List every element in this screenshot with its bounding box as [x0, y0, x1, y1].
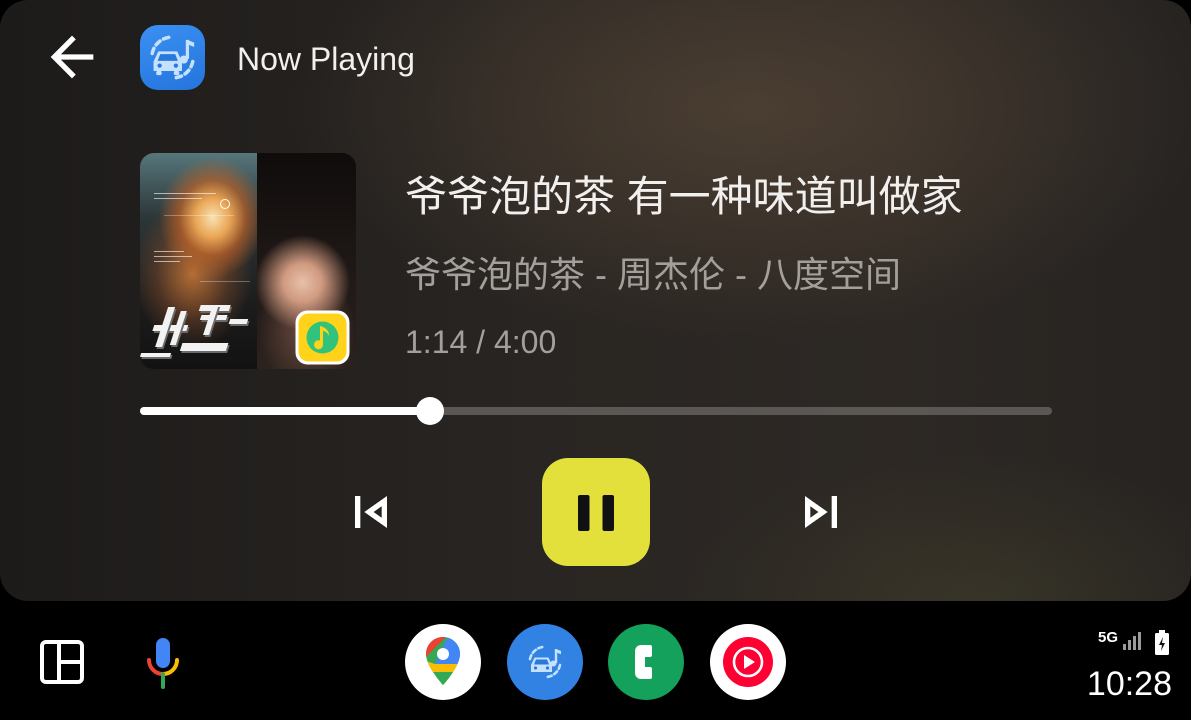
album-art-graphic [154, 198, 202, 199]
clock: 10:28 [1086, 665, 1172, 703]
dock-app-car-media[interactable] [507, 624, 583, 700]
play-pause-button[interactable] [542, 458, 650, 566]
skip-previous-icon [355, 496, 387, 528]
cell-signal-icon [1122, 632, 1142, 650]
assistant-mic-button[interactable] [145, 636, 181, 690]
album-art-graphic [154, 256, 192, 257]
google-assistant-mic-icon [147, 638, 179, 689]
youtube-music-icon [723, 637, 773, 687]
dock-app-youtube-music[interactable] [710, 624, 786, 700]
track-title: 爷爷泡的茶 有一种味道叫做家 [405, 173, 963, 220]
skip-next-icon [805, 496, 837, 528]
previous-button[interactable] [339, 480, 403, 544]
dashboard-layout-icon [40, 640, 84, 684]
progress-fill [140, 407, 431, 415]
qq-music-icon [295, 310, 350, 365]
car-media-app-icon [140, 25, 205, 90]
dock-app-phone[interactable] [608, 624, 684, 700]
page-title: Now Playing [237, 41, 415, 77]
album-art-graphic [154, 251, 184, 252]
album-art [140, 153, 356, 369]
now-playing-card: Now Playing 爷爷泡的茶 有一种味道叫做家 爷爷泡的茶 - 周杰伦 -… [0, 0, 1191, 601]
dashboard-button[interactable] [40, 640, 84, 684]
progress-track[interactable] [140, 397, 1052, 425]
google-maps-icon [426, 637, 460, 685]
back-button[interactable] [40, 25, 104, 89]
album-art-graphic [164, 215, 234, 216]
car-media-app-icon [528, 645, 562, 679]
arrow-back-icon [50, 35, 94, 79]
next-button[interactable] [789, 480, 853, 544]
track-subtitle: 爷爷泡的茶 - 周杰伦 - 八度空间 [405, 254, 901, 295]
album-art-graphic [200, 281, 250, 282]
battery-charging-icon [1154, 630, 1170, 656]
track-position: 1:14 / 4:00 [405, 324, 557, 360]
dock-app-google-maps[interactable] [405, 624, 481, 700]
album-art-graphic [154, 193, 216, 194]
album-art-graphic [140, 301, 268, 363]
network-type: 5G [1098, 629, 1119, 646]
phone-icon [635, 645, 652, 679]
progress-knob[interactable] [416, 397, 445, 425]
album-art-graphic [154, 261, 180, 262]
album-art-graphic [220, 199, 230, 209]
pause-icon [578, 495, 614, 531]
